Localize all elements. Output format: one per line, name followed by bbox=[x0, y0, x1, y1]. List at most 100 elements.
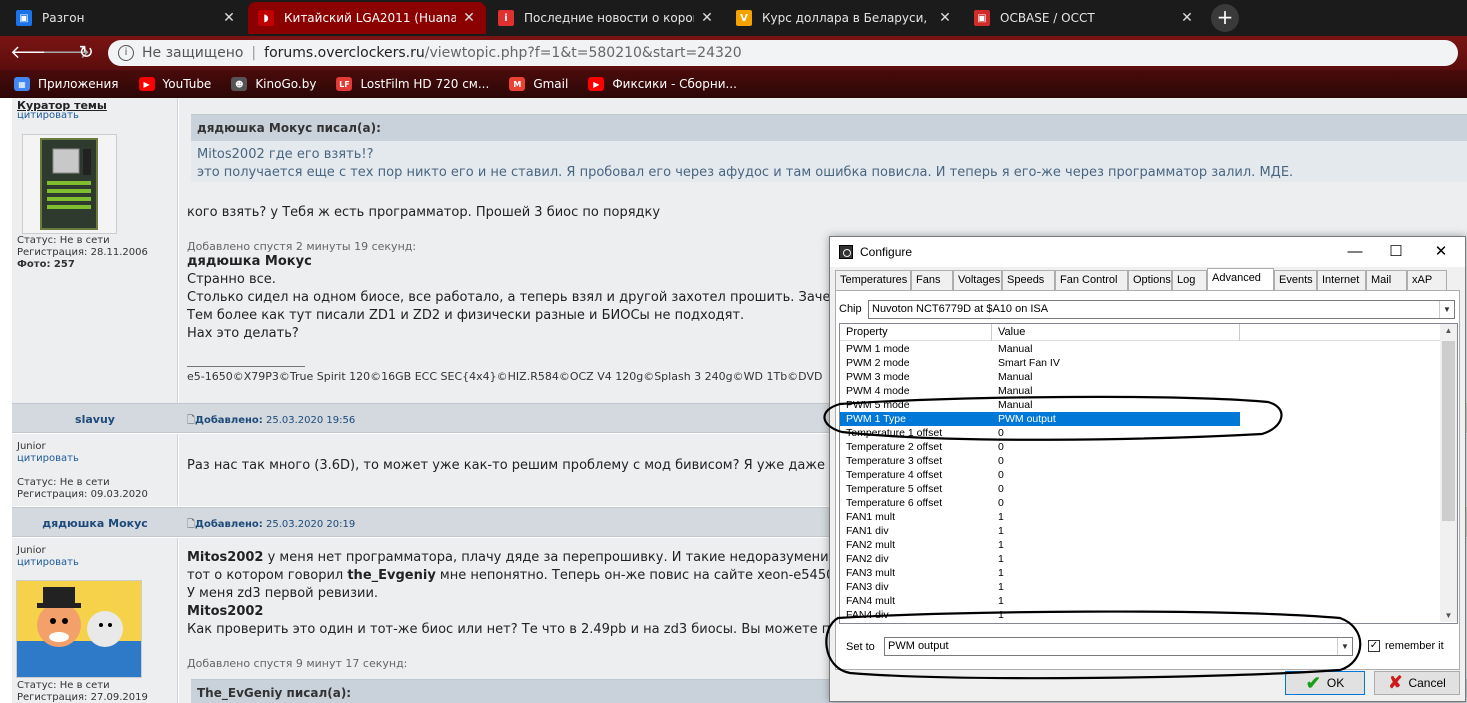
bookmark-5[interactable]: M Gmail bbox=[509, 77, 568, 91]
bookmark-2[interactable]: ▶ YouTube bbox=[138, 77, 211, 91]
scroll-up-icon[interactable]: ▲ bbox=[1440, 326, 1457, 335]
property-row[interactable]: FAN4 div 1 bbox=[840, 608, 1240, 622]
grid-scrollbar[interactable]: ▲ ▼ bbox=[1440, 324, 1457, 622]
post1-quote: дядюшка Мокус писал(а): Mitos2002 где ег… bbox=[191, 114, 1467, 182]
tab-speeds[interactable]: Speeds bbox=[1002, 270, 1055, 290]
property-row[interactable]: FAN1 div 1 bbox=[840, 524, 1240, 538]
bookmark-1[interactable]: ▦ Приложения bbox=[14, 77, 119, 91]
tab-xap[interactable]: xAP bbox=[1407, 270, 1447, 290]
post2-rank: Junior bbox=[17, 441, 46, 452]
tab-title: OCBASE / OCCT bbox=[1000, 11, 1095, 25]
reload-button[interactable]: ↻ bbox=[74, 41, 98, 65]
bookmark-icon: ▶ bbox=[588, 77, 605, 91]
property-row[interactable]: Temperature 5 offset 0 bbox=[840, 482, 1240, 496]
tab-advanced[interactable]: Advanced bbox=[1207, 268, 1274, 290]
chip-select[interactable]: Nuvoton NCT6779D at $A10 on ISA ▼ bbox=[868, 300, 1455, 319]
cancel-button[interactable]: ✘ Cancel bbox=[1374, 671, 1460, 695]
address-host: forums.overclockers.ru bbox=[264, 45, 425, 61]
property-row[interactable]: FAN3 mult 1 bbox=[840, 566, 1240, 580]
set-to-select[interactable]: PWM output ▼ bbox=[884, 637, 1353, 656]
post3-line3: У меня zd3 первой ревизии. bbox=[187, 586, 379, 601]
column-property[interactable]: Property bbox=[840, 324, 992, 341]
browser-tab-4[interactable]: V Курс доллара в Беларуси, в бан ✕ bbox=[726, 2, 962, 34]
post1-quote-link[interactable]: цитировать bbox=[17, 110, 79, 122]
property-row[interactable]: Temperature 4 offset 0 bbox=[840, 468, 1240, 482]
property-row[interactable]: FAN2 mult 1 bbox=[840, 538, 1240, 552]
tab-close-icon[interactable]: ✕ bbox=[1180, 10, 1194, 26]
tab-close-icon[interactable]: ✕ bbox=[222, 10, 236, 26]
property-row[interactable]: PWM 3 mode Manual bbox=[840, 370, 1240, 384]
close-icon[interactable]: ✕ bbox=[1429, 241, 1453, 263]
tab-voltages[interactable]: Voltages bbox=[953, 270, 1002, 290]
post3-added-after: Добавлено спустя 9 минут 17 секунд: bbox=[187, 657, 408, 670]
browser-tab-1[interactable]: ▣ Разгон ✕ bbox=[6, 2, 246, 34]
chevron-down-icon: ▼ bbox=[1337, 638, 1352, 655]
set-to-label: Set to bbox=[846, 641, 875, 653]
tab-options[interactable]: Options bbox=[1128, 270, 1172, 290]
bookmark-6[interactable]: ▶ Фиксики - Сборни... bbox=[588, 77, 737, 91]
browser-tab-5[interactable]: ▣ OCBASE / OCCT ✕ bbox=[964, 2, 1204, 34]
tab-fan-control[interactable]: Fan Control bbox=[1055, 270, 1128, 290]
bookmark-3[interactable]: ☻ KinoGo.by bbox=[231, 77, 316, 91]
dialog-titlebar: Configure — ☐ ✕ bbox=[830, 237, 1465, 267]
chip-select-value: Nuvoton NCT6779D at $A10 on ISA bbox=[872, 303, 1049, 315]
forward-button[interactable]: 🡒 bbox=[42, 41, 90, 65]
property-value: 1 bbox=[998, 525, 1004, 537]
post3-line4: Mitos2002 bbox=[187, 604, 264, 619]
tab-internet[interactable]: Internet bbox=[1317, 270, 1366, 290]
minimize-icon[interactable]: — bbox=[1343, 241, 1367, 263]
ok-button[interactable]: ✔ OK bbox=[1285, 671, 1365, 695]
post3-registration: Регистрация: 27.09.2019 bbox=[17, 692, 148, 703]
property-value: 1 bbox=[998, 553, 1004, 565]
tab-mail[interactable]: Mail bbox=[1366, 270, 1407, 290]
new-tab-button[interactable]: + bbox=[1211, 4, 1239, 32]
tab-title: Курс доллара в Беларуси, в бан bbox=[762, 11, 932, 25]
browser-tab-3[interactable]: i Последние новости о коронави ✕ bbox=[488, 2, 724, 34]
back-button[interactable]: 🡐 bbox=[10, 41, 58, 65]
bookmark-4[interactable]: LF LostFilm HD 720 см... bbox=[336, 77, 489, 91]
post3-author-column: Junior цитировать Статус: Не в сети Реги… bbox=[12, 538, 178, 703]
property-row[interactable]: FAN4 mult 1 bbox=[840, 594, 1240, 608]
advanced-tab-pane: Chip Nuvoton NCT6779D at $A10 on ISA ▼ P… bbox=[835, 290, 1460, 670]
property-row[interactable]: PWM 2 mode Smart Fan IV bbox=[840, 356, 1240, 370]
tab-events[interactable]: Events bbox=[1274, 270, 1317, 290]
property-row[interactable]: Temperature 3 offset 0 bbox=[840, 454, 1240, 468]
property-row[interactable]: Temperature 1 offset 0 bbox=[840, 426, 1240, 440]
property-row[interactable]: Temperature 2 offset 0 bbox=[840, 440, 1240, 454]
tab-close-icon[interactable]: ✕ bbox=[938, 10, 952, 26]
info-icon[interactable]: i bbox=[118, 45, 134, 61]
property-row[interactable]: PWM 1 Type PWM output bbox=[840, 412, 1240, 426]
property-name: PWM 1 mode bbox=[846, 343, 910, 355]
post2-username[interactable]: slavuy bbox=[12, 413, 178, 426]
property-row[interactable]: Temperature 6 offset 0 bbox=[840, 496, 1240, 510]
property-row[interactable]: FAN3 div 1 bbox=[840, 580, 1240, 594]
column-value[interactable]: Value bbox=[992, 324, 1240, 341]
post1-quote-line1: Mitos2002 где его взять!? bbox=[197, 147, 374, 162]
property-name: PWM 5 mode bbox=[846, 399, 910, 411]
dialog-title: Configure bbox=[860, 245, 913, 259]
property-row[interactable]: PWM 4 mode Manual bbox=[840, 384, 1240, 398]
property-grid-header: Property Value bbox=[840, 324, 1440, 341]
remember-checkbox[interactable]: ✓ bbox=[1368, 640, 1380, 652]
tab-favicon-icon: i bbox=[498, 10, 514, 26]
tab-close-icon[interactable]: ✕ bbox=[462, 10, 476, 26]
property-row[interactable]: PWM 1 mode Manual bbox=[840, 342, 1240, 356]
property-row[interactable]: FAN1 mult 1 bbox=[840, 510, 1240, 524]
tab-temperatures[interactable]: Temperatures bbox=[835, 270, 911, 290]
tab-log[interactable]: Log bbox=[1172, 270, 1207, 290]
post2-quote-link[interactable]: цитировать bbox=[17, 453, 79, 465]
maximize-icon[interactable]: ☐ bbox=[1384, 241, 1408, 263]
post3-username[interactable]: дядюшка Мокус bbox=[12, 517, 178, 530]
property-name: FAN2 mult bbox=[846, 539, 896, 551]
browser-tab-2[interactable]: ◗ Китайский LGA2011 (Huanan X7 ✕ bbox=[248, 2, 486, 34]
property-row[interactable]: FAN2 div 1 bbox=[840, 552, 1240, 566]
tab-favicon-icon: V bbox=[736, 10, 752, 26]
property-value: 0 bbox=[998, 483, 1004, 495]
address-bar[interactable]: i Не защищено | forums.overclockers.ru/v… bbox=[108, 40, 1458, 66]
tab-fans[interactable]: Fans bbox=[911, 270, 953, 290]
property-row[interactable]: PWM 5 mode Manual bbox=[840, 398, 1240, 412]
post3-quote-link[interactable]: цитировать bbox=[17, 557, 79, 569]
scroll-down-icon[interactable]: ▼ bbox=[1440, 611, 1457, 620]
tab-close-icon[interactable]: ✕ bbox=[700, 10, 714, 26]
scroll-thumb[interactable] bbox=[1442, 341, 1455, 521]
